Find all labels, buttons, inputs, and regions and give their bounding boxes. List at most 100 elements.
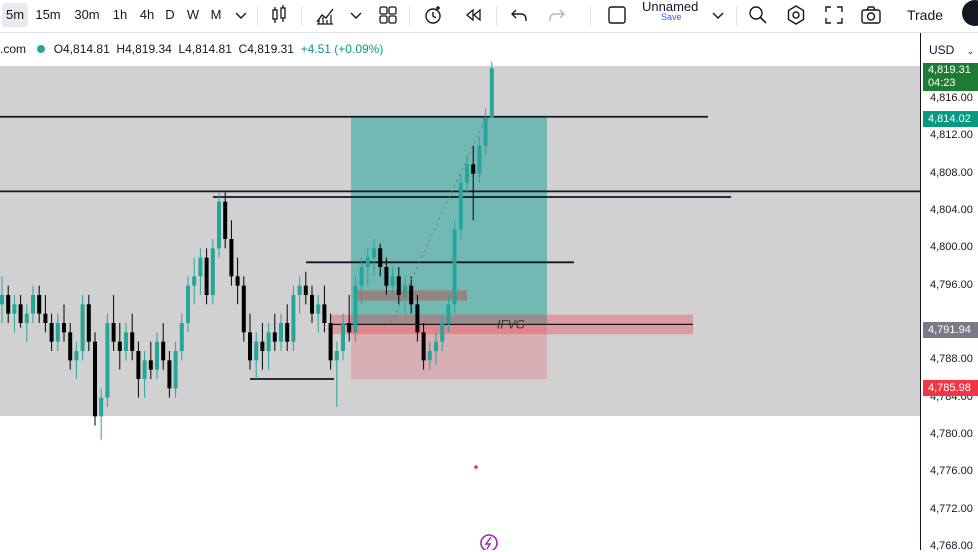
candle xyxy=(229,239,234,277)
candle xyxy=(465,164,469,183)
candles-chart-type-icon[interactable] xyxy=(268,4,290,26)
current-price: 4,819.31 xyxy=(928,64,971,76)
user-avatar[interactable] xyxy=(962,0,978,26)
quick-search-icon[interactable] xyxy=(747,4,769,26)
price-chart[interactable]: IFVG xyxy=(0,33,920,550)
candle xyxy=(353,285,358,333)
toolbar-divider xyxy=(736,6,737,26)
candle xyxy=(136,351,141,379)
candle xyxy=(248,332,252,361)
candle xyxy=(291,295,296,342)
bottom-flash-icon[interactable] xyxy=(480,534,498,550)
candle xyxy=(365,257,370,267)
candle xyxy=(272,332,277,342)
interval-m[interactable]: M xyxy=(208,3,224,27)
candle xyxy=(297,285,302,295)
candle xyxy=(6,295,11,314)
candle xyxy=(384,267,389,286)
market-status-dot-icon xyxy=(37,45,46,53)
candle xyxy=(341,323,345,351)
symbol-source: .com xyxy=(0,42,27,56)
currency-dropdown-chevron-icon: ⌄ xyxy=(966,46,975,56)
undo-icon[interactable] xyxy=(508,4,530,26)
candle xyxy=(80,304,85,351)
templates-grid-icon[interactable] xyxy=(377,4,399,26)
candle xyxy=(260,341,265,351)
candle xyxy=(142,360,147,379)
trade-button[interactable]: Trade xyxy=(896,3,954,27)
candle xyxy=(409,285,414,305)
candle xyxy=(55,323,60,342)
stop-price-tag: 4,785.98 xyxy=(923,380,978,396)
candle xyxy=(179,323,184,351)
indicators-dropdown-chevron-icon[interactable] xyxy=(345,4,367,26)
layout-checkbox-icon[interactable] xyxy=(606,4,628,26)
interval-w[interactable]: W xyxy=(185,3,201,27)
interval-4h[interactable]: 4h xyxy=(136,3,158,27)
price-axis-tick: 4,772.00 xyxy=(930,502,973,515)
candle xyxy=(217,201,221,249)
layout-save-link[interactable]: Save xyxy=(661,12,682,22)
candle xyxy=(192,276,197,286)
candle xyxy=(446,304,451,323)
candle xyxy=(0,295,4,305)
toolbar-divider xyxy=(301,6,302,26)
candle xyxy=(421,332,426,361)
candle xyxy=(427,351,432,361)
candle xyxy=(111,323,116,342)
candle xyxy=(86,304,91,342)
candle xyxy=(415,304,420,333)
candle xyxy=(334,351,339,361)
price-axis-tick: 4,804.00 xyxy=(930,204,973,216)
interval-5m[interactable]: 5m xyxy=(2,3,28,27)
candle xyxy=(210,248,215,295)
interval-dropdown-chevron-icon[interactable] xyxy=(230,4,252,26)
redo-icon[interactable] xyxy=(546,4,568,26)
price-axis-tick: 4,776.00 xyxy=(930,465,973,478)
price-axis-tick: 4,816.00 xyxy=(930,92,973,104)
layout-dropdown-chevron-icon[interactable] xyxy=(707,4,729,26)
interval-15m[interactable]: 15m xyxy=(33,3,63,27)
candle xyxy=(117,341,122,351)
candle xyxy=(471,164,476,174)
candle xyxy=(161,341,166,361)
candle xyxy=(310,295,314,314)
candle xyxy=(93,341,97,417)
toolbar-divider xyxy=(496,6,497,26)
interval-1h[interactable]: 1h xyxy=(110,3,130,27)
indicators-icon[interactable] xyxy=(314,4,336,26)
marker-dot xyxy=(474,465,478,469)
candle xyxy=(303,285,308,295)
alert-clock-icon[interactable] xyxy=(422,4,444,26)
candle xyxy=(105,323,110,398)
candle xyxy=(328,323,333,361)
price-axis-tick: 4,796.00 xyxy=(930,278,973,291)
chart-area[interactable]: IFVG xyxy=(0,33,920,550)
candle xyxy=(322,304,327,323)
candle xyxy=(130,332,135,351)
snapshot-camera-icon[interactable] xyxy=(860,4,882,26)
candle xyxy=(31,295,35,314)
price-axis-tick: 4,768.00 xyxy=(930,540,973,552)
candle xyxy=(155,341,159,370)
interval-30m[interactable]: 30m xyxy=(72,3,102,27)
candle xyxy=(49,323,54,342)
candle xyxy=(396,276,401,295)
candle xyxy=(204,257,209,295)
candle xyxy=(198,257,203,277)
fullscreen-icon[interactable] xyxy=(823,4,845,26)
ifvg-label: IFVG xyxy=(497,317,525,331)
current-price-tag: 4,819.31 04:23 xyxy=(923,63,978,91)
candle xyxy=(43,313,48,323)
candle xyxy=(452,229,457,305)
replay-rewind-icon[interactable] xyxy=(462,4,484,26)
candle xyxy=(148,360,153,370)
settings-gear-icon[interactable] xyxy=(785,4,807,26)
currency-selector[interactable]: USD ⌄ xyxy=(929,43,974,57)
candle xyxy=(173,351,178,389)
candle xyxy=(434,341,438,351)
interval-d[interactable]: D xyxy=(163,3,177,27)
price-axis-tick: 4,812.00 xyxy=(930,129,973,142)
candle xyxy=(279,323,283,342)
candle xyxy=(99,397,104,417)
